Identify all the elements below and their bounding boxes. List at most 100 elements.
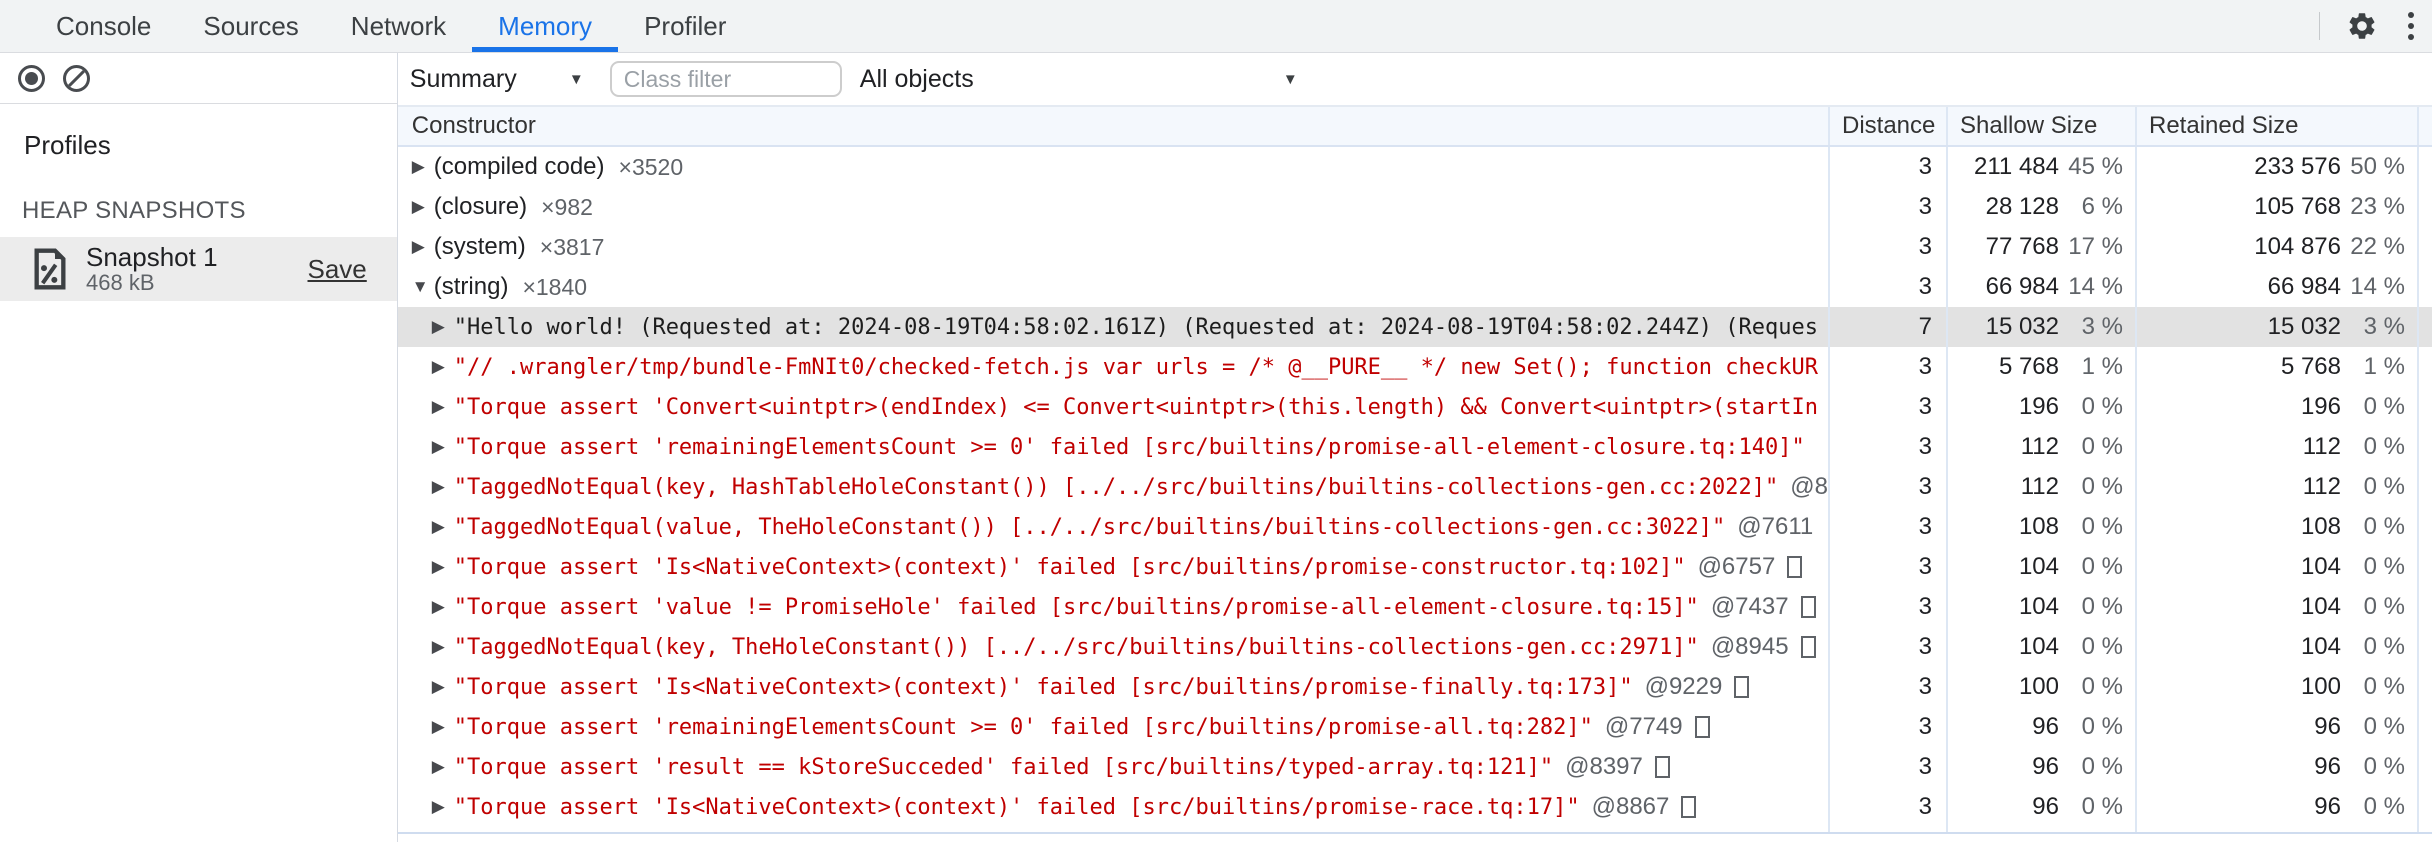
tab-sources[interactable]: Sources <box>177 0 324 52</box>
table-row[interactable]: ▶ "Hello world! (Requested at: 2024-08-1… <box>397 307 2432 347</box>
constructor-cell: ▶ (compiled code) ×3520 <box>398 147 1828 187</box>
distance-cell: 3 <box>1828 627 1946 667</box>
scrollbar-gutter <box>2417 147 2432 187</box>
heap-snapshot-icon <box>34 248 66 290</box>
object-filter-select[interactable]: All objects ▼ <box>860 65 1302 94</box>
expand-arrow-icon[interactable]: ▶ <box>432 797 454 817</box>
retained-size-cell: 112 0 % <box>2135 467 2417 507</box>
clear-all-icon[interactable] <box>63 64 90 92</box>
expand-arrow-icon[interactable]: ▶ <box>412 197 434 217</box>
snapshot-list-item[interactable]: Snapshot 1 468 kB Save <box>0 237 397 301</box>
reveal-box-icon <box>1800 596 1816 618</box>
table-row[interactable]: ▼ (string) ×1840 3 66 984 14 % 66 984 14 % <box>398 267 2432 307</box>
table-row[interactable]: ▶ "Torque assert 'Convert<uintptr>(endIn… <box>398 387 2432 427</box>
table-row[interactable]: ▶ "Torque assert 'value != PromiseHole' … <box>398 587 2432 627</box>
constructor-name: "TaggedNotEqual(key, TheHoleConstant()) … <box>453 634 1699 660</box>
expand-arrow-icon[interactable]: ▶ <box>432 437 454 457</box>
shallow-size-cell: 96 0 % <box>1946 747 2135 787</box>
constructor-cell: ▶ "TaggedNotEqual(value, TheHoleConstant… <box>398 507 1828 547</box>
table-row[interactable]: ▶ "Torque assert 'result == kStoreSucced… <box>398 747 2432 787</box>
tab-console[interactable]: Console <box>30 0 177 52</box>
column-header-distance[interactable]: Distance <box>1828 107 1946 145</box>
shallow-size-cell: 100 0 % <box>1946 667 2135 707</box>
class-filter-input[interactable] <box>609 61 842 97</box>
shallow-size-cell: 196 0 % <box>1946 387 2135 427</box>
constructor-cell: ▶ (closure) ×982 <box>398 187 1828 227</box>
table-row[interactable]: ▶ (system) ×3817 3 77 768 17 % 104 876 22 … <box>398 227 2432 267</box>
table-row[interactable]: ▶ (closure) ×982 3 28 128 6 % 105 768 23 % <box>398 187 2432 227</box>
snapshot-info: Snapshot 1 468 kB <box>86 243 308 295</box>
column-header-shallow-size[interactable]: Shallow Size <box>1946 107 2135 145</box>
chevron-down-icon: ▼ <box>568 70 584 88</box>
shallow-size-cell: 5 768 1 % <box>1946 347 2135 387</box>
tabbar-actions <box>2319 0 2418 52</box>
constructor-name: "Torque assert 'Is<NativeContext>(contex… <box>453 794 1580 820</box>
shallow-size-cell: 66 984 14 % <box>1946 267 2135 307</box>
reveal-box-icon <box>1681 796 1697 818</box>
tab-profiler[interactable]: Profiler <box>618 0 752 52</box>
kebab-menu-icon[interactable] <box>2404 8 2418 44</box>
retained-size-cell: 105 768 23 % <box>2135 187 2417 227</box>
table-row[interactable]: ▶ "TaggedNotEqual(key, TheHoleConstant()… <box>398 627 2432 667</box>
gear-icon[interactable] <box>2346 10 2378 42</box>
shallow-size-cell: 28 128 6 % <box>1946 187 2135 227</box>
retained-size-cell: 96 0 % <box>2135 787 2417 827</box>
table-row[interactable]: ▶ "Torque assert 'Is<NativeContext>(cont… <box>398 547 2432 587</box>
expand-arrow-icon[interactable]: ▶ <box>432 357 454 377</box>
object-filter-value: All objects <box>859 64 974 93</box>
snapshot-title: Snapshot 1 <box>86 242 218 272</box>
memory-toolbar: Summary ▼ All objects ▼ <box>397 53 2432 107</box>
snapshot-size: 468 kB <box>86 270 155 295</box>
table-row[interactable]: ▶ "TaggedNotEqual(value, TheHoleConstant… <box>398 507 2432 547</box>
expand-arrow-icon[interactable]: ▶ <box>432 677 454 697</box>
save-link[interactable]: Save <box>308 254 367 285</box>
grid-bottom-edge <box>397 827 2432 834</box>
expand-arrow-icon[interactable]: ▶ <box>432 717 454 737</box>
distance-cell: 3 <box>1828 787 1946 827</box>
table-row[interactable]: ▶ "Torque assert 'Is<NativeContext>(cont… <box>398 667 2432 707</box>
column-header-constructor[interactable]: Constructor <box>398 107 1828 145</box>
expand-arrow-icon[interactable]: ▶ <box>412 157 434 177</box>
expand-arrow-icon[interactable]: ▶ <box>432 597 454 617</box>
constructor-name: "TaggedNotEqual(value, TheHoleConstant()… <box>453 514 1726 540</box>
object-id: @8397 <box>1565 753 1643 780</box>
table-row[interactable]: ▶ "// .wrangler/tmp/bundle-FmNIt0/checke… <box>398 347 2432 387</box>
scrollbar-gutter <box>2417 467 2432 507</box>
constructor-cell: ▶ "Hello world! (Requested at: 2024-08-1… <box>398 307 1828 347</box>
expand-arrow-icon[interactable]: ▶ <box>432 637 454 657</box>
retained-size-cell: 96 0 % <box>2135 747 2417 787</box>
retained-size-cell: 104 0 % <box>2135 587 2417 627</box>
table-row[interactable]: ▶ "TaggedNotEqual(key, HashTableHoleCons… <box>398 467 2432 507</box>
scrollbar-gutter <box>2417 427 2432 467</box>
expand-arrow-icon[interactable]: ▼ <box>412 277 434 297</box>
table-row[interactable]: ▶ (compiled code) ×3520 3 211 484 45 % 23… <box>398 147 2432 187</box>
expand-arrow-icon[interactable]: ▶ <box>412 237 434 257</box>
tab-network[interactable]: Network <box>325 0 472 52</box>
table-row[interactable]: ▶ "Torque assert 'remainingElementsCount… <box>398 427 2432 467</box>
retained-size-cell: 100 0 % <box>2135 667 2417 707</box>
expand-arrow-icon[interactable]: ▶ <box>432 477 454 497</box>
table-row[interactable]: ▶ "Torque assert 'remainingElementsCount… <box>398 707 2432 747</box>
table-row[interactable]: ▶ "Torque assert 'Is<NativeContext>(cont… <box>398 787 2432 827</box>
constructor-cell: ▶ "TaggedNotEqual(key, HashTableHoleCons… <box>398 467 1828 507</box>
expand-arrow-icon[interactable]: ▶ <box>432 557 454 577</box>
scrollbar-gutter <box>2417 387 2432 427</box>
tab-memory[interactable]: Memory <box>472 0 618 52</box>
expand-arrow-icon[interactable]: ▶ <box>432 397 454 417</box>
column-header-retained-size[interactable]: Retained Size <box>2135 107 2417 145</box>
record-icon[interactable] <box>18 64 45 92</box>
perspective-select[interactable]: Summary ▼ <box>410 65 588 94</box>
constructor-name: "// .wrangler/tmp/bundle-FmNIt0/checked-… <box>453 354 1819 380</box>
constructor-cell: ▶ "Torque assert 'Is<NativeContext>(cont… <box>398 787 1828 827</box>
profiles-toolbar <box>0 53 397 104</box>
object-id: @7611 <box>1737 513 1814 540</box>
expand-arrow-icon[interactable]: ▶ <box>432 517 454 537</box>
constructor-cell: ▶ "Torque assert 'remainingElementsCount… <box>398 427 1828 467</box>
expand-arrow-icon[interactable]: ▶ <box>432 757 454 777</box>
constructor-cell: ▶ "Torque assert 'result == kStoreSucced… <box>398 747 1828 787</box>
shallow-size-cell: 104 0 % <box>1946 547 2135 587</box>
retained-size-cell: 5 768 1 % <box>2135 347 2417 387</box>
constructor-name: (compiled code) <box>433 153 605 180</box>
scrollbar-gutter <box>2417 787 2432 827</box>
expand-arrow-icon[interactable]: ▶ <box>432 317 454 337</box>
